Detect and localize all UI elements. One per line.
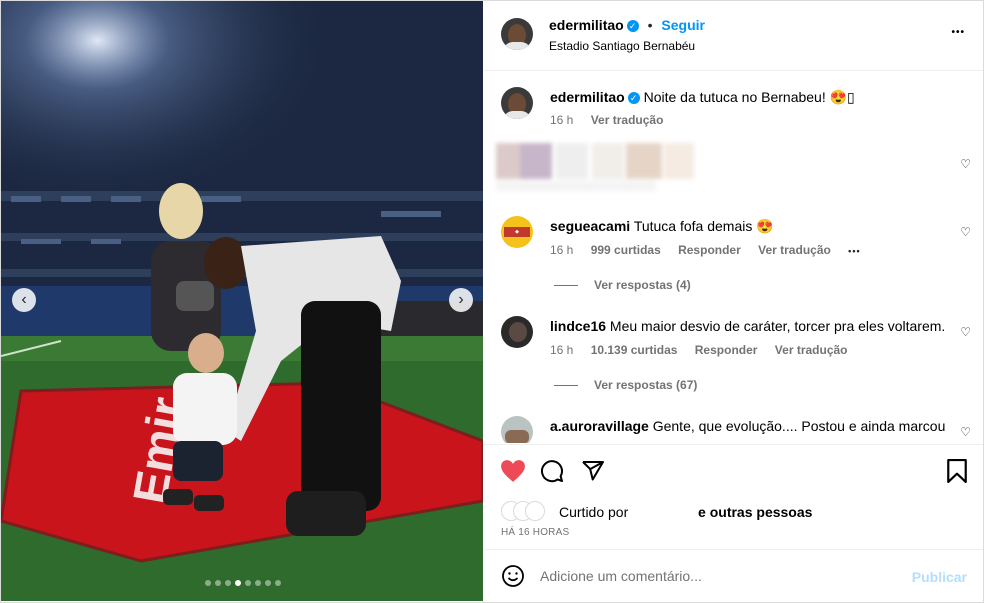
comment-likes[interactable]: 10.139 curtidas	[591, 343, 678, 357]
comment-text: Tutuca fofa demais 😍	[633, 218, 774, 234]
view-replies-label: Ver respostas (4)	[594, 278, 691, 292]
view-replies-label: Ver respostas (67)	[594, 378, 698, 392]
comment-text: Meu maior desvio de caráter, torcer pra …	[609, 318, 946, 334]
post-header: edermilitao ✓ • Seguir Estadio Santiago B…	[484, 1, 983, 71]
post-actions: Curtido por e outras pessoas HÁ 16 HORAS	[484, 444, 983, 550]
comment-likes[interactable]: 999 curtidas	[591, 243, 661, 257]
chevron-right-icon: ›	[458, 291, 464, 308]
comment-text: Gente, que evolução.... Postou e ainda m…	[652, 418, 946, 434]
carousel-dot	[235, 580, 241, 586]
comment: a.auroravillage Gente, que evolução.... …	[550, 417, 950, 435]
post-photo[interactable]: Emir ‹ ›	[1, 1, 483, 601]
author-avatar[interactable]	[501, 18, 533, 50]
carousel-dot	[265, 580, 271, 586]
caption-text: Noite da tutuca no Bernabeu! 😍▯	[643, 89, 855, 105]
comments-section[interactable]: edermilitao ✓ Noite da tutuca no Bernabeu…	[484, 71, 983, 443]
verified-badge-icon: ✓	[626, 20, 639, 33]
like-comment-heart-icon[interactable]: ♡	[960, 425, 971, 439]
like-comment-heart-icon[interactable]: ♡	[960, 325, 971, 339]
post-location[interactable]: Estadio Santiago Bernabéu	[549, 39, 695, 53]
comment-avatar[interactable]	[501, 416, 533, 443]
caption-meta: 16 h Ver tradução	[550, 113, 677, 127]
reply-button[interactable]: Responder	[678, 243, 741, 257]
comment-avatar[interactable]: ◆	[501, 216, 533, 248]
comment-username[interactable]: segueacami	[550, 218, 630, 234]
caption: edermilitao ✓ Noite da tutuca no Bernabeu…	[550, 88, 950, 106]
carousel-dot	[205, 580, 211, 586]
save-bookmark-icon[interactable]	[946, 459, 968, 483]
view-replies-button[interactable]: Ver respostas (67)	[554, 378, 697, 392]
emoji-icon[interactable]	[501, 564, 525, 588]
share-icon[interactable]	[581, 459, 605, 483]
comment-time[interactable]: 16 h	[550, 343, 573, 357]
carousel-next-button[interactable]: ›	[449, 288, 473, 312]
comment-more-icon[interactable]: •••	[848, 246, 860, 256]
like-heart-icon[interactable]	[500, 459, 526, 483]
carousel-prev-button[interactable]: ‹	[12, 288, 36, 312]
caption-username[interactable]: edermilitao	[550, 89, 625, 105]
liked-by-prefix: Curtido por	[559, 504, 629, 520]
post-time[interactable]: HÁ 16 HORAS	[501, 527, 569, 538]
reply-button[interactable]: Responder	[695, 343, 758, 357]
carousel-indicators	[205, 580, 281, 586]
comment-translate-link[interactable]: Ver tradução	[758, 243, 831, 257]
like-comment-heart-icon[interactable]: ♡	[960, 225, 971, 239]
blurred-content	[496, 137, 696, 193]
carousel-dot	[275, 580, 281, 586]
chevron-left-icon: ‹	[21, 291, 27, 308]
liked-by-text: Curtido por e outras pessoas	[559, 504, 812, 520]
caption-translate-link[interactable]: Ver tradução	[591, 113, 664, 127]
view-replies-button[interactable]: Ver respostas (4)	[554, 278, 691, 292]
author-username[interactable]: edermilitao	[549, 17, 624, 33]
comment: lindce16 Meu maior desvio de caráter, to…	[550, 317, 950, 335]
comment-translate-link[interactable]: Ver tradução	[775, 343, 848, 357]
comment-avatar[interactable]	[501, 316, 533, 348]
caption-time[interactable]: 16 h	[550, 113, 573, 127]
carousel-dot	[215, 580, 221, 586]
comment-username[interactable]: a.auroravillage	[550, 418, 649, 434]
post-sidebar: edermilitao ✓ • Seguir Estadio Santiago B…	[484, 1, 983, 601]
more-options-icon[interactable]: •••	[951, 27, 965, 38]
add-comment-bar: Adicione um comentário... Publicar	[484, 549, 983, 602]
carousel-dot	[245, 580, 251, 586]
stadium-photo: Emir	[1, 1, 483, 601]
liked-by-avatars[interactable]	[501, 501, 555, 521]
caption-avatar[interactable]	[501, 87, 533, 119]
follow-button[interactable]: Seguir	[661, 17, 705, 33]
verified-badge-icon: ✓	[627, 92, 640, 105]
publish-button[interactable]: Publicar	[912, 569, 967, 585]
comment-meta: 16 h 999 curtidas Responder Ver tradução…	[550, 243, 875, 257]
like-caption-heart-icon[interactable]: ♡	[960, 157, 971, 171]
comment-username[interactable]: lindce16	[550, 318, 606, 334]
comment-input[interactable]: Adicione um comentário...	[540, 568, 702, 584]
comment: segueacami Tutuca fofa demais 😍	[550, 217, 950, 235]
comment-time[interactable]: 16 h	[550, 243, 573, 257]
comment-icon[interactable]	[540, 459, 564, 483]
comment-meta: 16 h 10.139 curtidas Responder Ver tradu…	[550, 343, 862, 357]
liked-by-others[interactable]: e outras pessoas	[698, 504, 812, 520]
carousel-dot	[225, 580, 231, 586]
carousel-dot	[255, 580, 261, 586]
separator-dot: •	[647, 17, 653, 33]
